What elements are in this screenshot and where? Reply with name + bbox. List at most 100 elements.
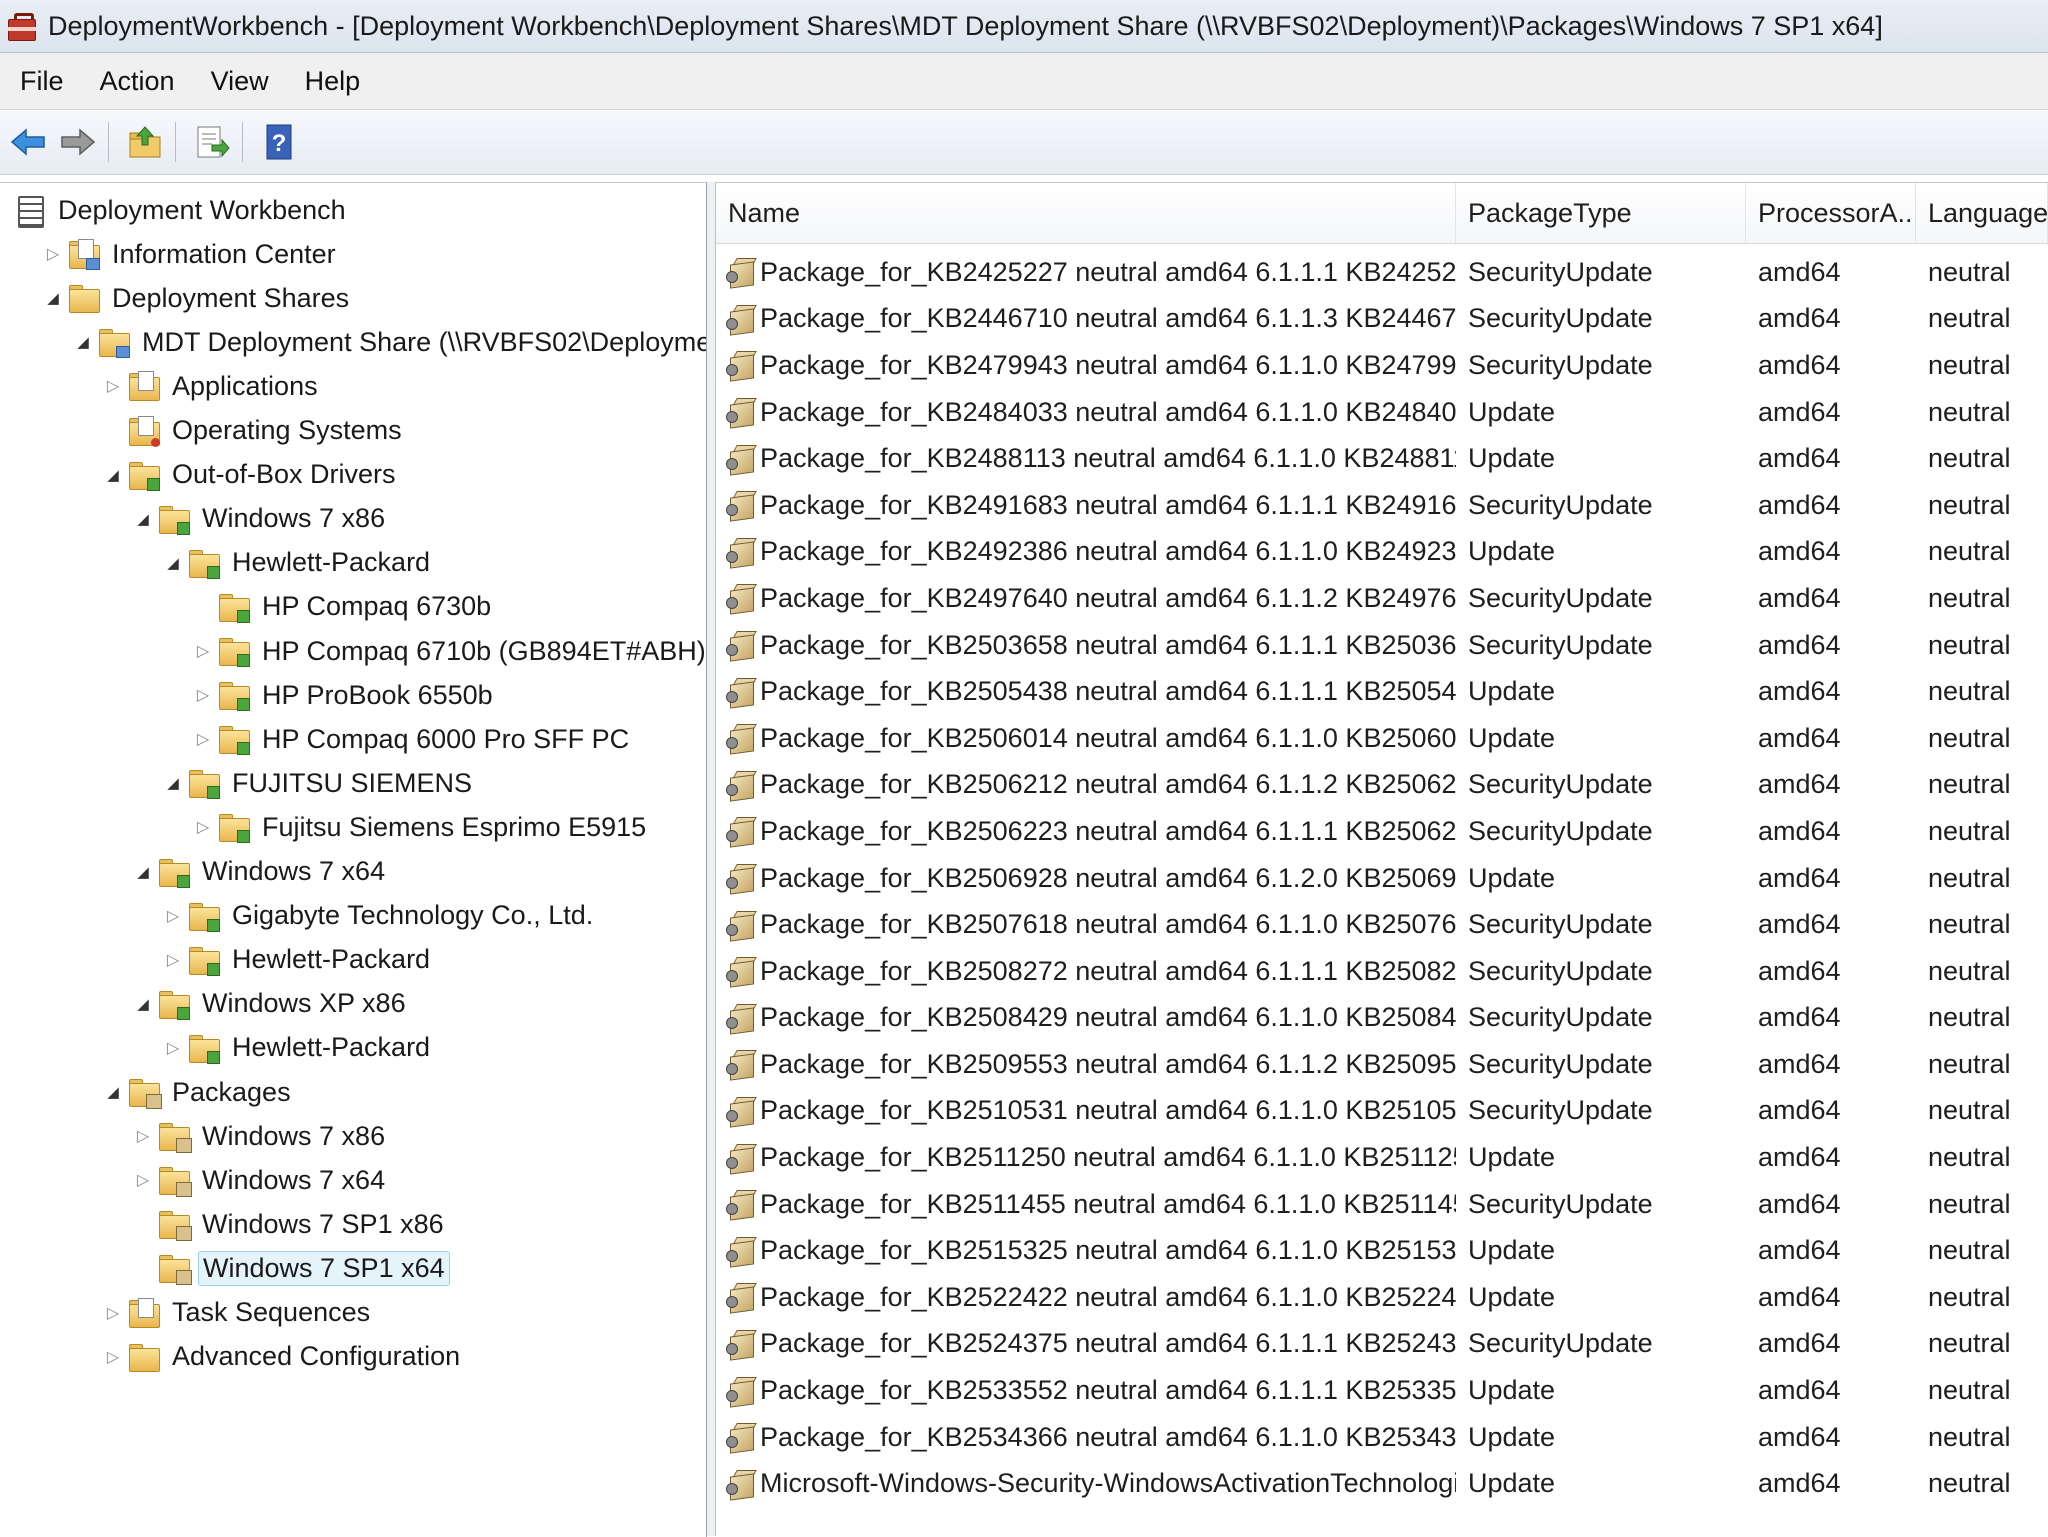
collapsed-arrow-icon[interactable]: ▷: [104, 1348, 122, 1366]
table-row[interactable]: Package_for_KB2506928 neutral amd64 6.1.…: [716, 855, 2048, 902]
tree-node[interactable]: ◢ Packages: [104, 1071, 295, 1113]
collapsed-arrow-icon[interactable]: ▷: [164, 951, 182, 969]
column-header-packagetype[interactable]: PackageType: [1456, 183, 1746, 243]
table-row[interactable]: Package_for_KB2505438 neutral amd64 6.1.…: [716, 668, 2048, 715]
tree-node[interactable]: HP Compaq 6730b: [194, 586, 495, 628]
table-row[interactable]: Package_for_KB2484033 neutral amd64 6.1.…: [716, 389, 2048, 436]
table-row[interactable]: Package_for_KB2491683 neutral amd64 6.1.…: [716, 482, 2048, 529]
help-button[interactable]: ?: [257, 120, 301, 164]
tree-node[interactable]: ◢ Windows 7 x86: [134, 498, 389, 540]
collapsed-arrow-icon[interactable]: ▷: [194, 818, 212, 836]
table-row[interactable]: Package_for_KB2511250 neutral amd64 6.1.…: [716, 1134, 2048, 1181]
expanded-arrow-icon[interactable]: ◢: [44, 289, 62, 307]
tree-node[interactable]: ◢ MDT Deployment Share (\\RVBFS02\Deploym…: [74, 321, 706, 363]
tree-node[interactable]: ◢ FUJITSU SIEMENS: [164, 762, 476, 804]
package-icon: [726, 1047, 758, 1082]
tree-node[interactable]: ◢ Hewlett-Packard: [164, 542, 434, 584]
name-cell: Package_for_KB2491683 neutral amd64 6.1.…: [716, 488, 1456, 522]
up-one-level-button[interactable]: [123, 120, 167, 164]
expanded-arrow-icon[interactable]: ◢: [104, 466, 122, 484]
collapsed-arrow-icon[interactable]: ▷: [134, 1171, 152, 1189]
collapsed-arrow-icon[interactable]: ▷: [194, 686, 212, 704]
table-row[interactable]: Package_for_KB2425227 neutral amd64 6.1.…: [716, 249, 2048, 296]
column-header-language[interactable]: Language: [1916, 183, 2048, 243]
expanded-arrow-icon[interactable]: ◢: [134, 863, 152, 881]
table-row[interactable]: Package_for_KB2497640 neutral amd64 6.1.…: [716, 575, 2048, 622]
table-row[interactable]: Package_for_KB2533552 neutral amd64 6.1.…: [716, 1367, 2048, 1414]
table-row[interactable]: Package_for_KB2479943 neutral amd64 6.1.…: [716, 342, 2048, 389]
tree-node[interactable]: ◢ Deployment Shares: [44, 277, 353, 319]
table-row[interactable]: Package_for_KB2508429 neutral amd64 6.1.…: [716, 995, 2048, 1042]
tree-node[interactable]: ◢ Windows XP x86: [134, 983, 410, 1025]
column-header-processor-architecture[interactable]: ProcessorA...: [1746, 183, 1916, 243]
expanded-arrow-icon[interactable]: ◢: [134, 510, 152, 528]
menu-action[interactable]: Action: [84, 66, 191, 97]
table-row[interactable]: Microsoft-Windows-Security-WindowsActiva…: [716, 1460, 2048, 1507]
tree-node[interactable]: ▷ Hewlett-Packard: [164, 939, 434, 981]
table-row[interactable]: Package_for_KB2507618 neutral amd64 6.1.…: [716, 901, 2048, 948]
table-row[interactable]: Package_for_KB2446710 neutral amd64 6.1.…: [716, 296, 2048, 343]
forward-button[interactable]: [56, 120, 100, 164]
tree-node[interactable]: ▷ Applications: [104, 365, 322, 407]
tree-node[interactable]: ▷ Windows 7 x64: [134, 1159, 389, 1201]
table-row[interactable]: Package_for_KB2515325 neutral amd64 6.1.…: [716, 1227, 2048, 1274]
tree-node[interactable]: ▷ Fujitsu Siemens Esprimo E5915: [194, 806, 650, 848]
table-row[interactable]: Package_for_KB2534366 neutral amd64 6.1.…: [716, 1414, 2048, 1461]
tree-node[interactable]: Windows 7 SP1 x86: [134, 1203, 448, 1245]
table-row[interactable]: Package_for_KB2510531 neutral amd64 6.1.…: [716, 1088, 2048, 1135]
tree-node[interactable]: ▷ Information Center: [44, 233, 340, 275]
toolbar-separator: [175, 122, 176, 162]
tree-node[interactable]: ▷ Hewlett-Packard: [164, 1027, 434, 1069]
table-row[interactable]: Package_for_KB2506212 neutral amd64 6.1.…: [716, 762, 2048, 809]
language-cell: neutral: [1928, 769, 2011, 800]
expanded-arrow-icon[interactable]: ◢: [164, 554, 182, 572]
menu-help[interactable]: Help: [289, 66, 377, 97]
menu-view[interactable]: View: [195, 66, 285, 97]
tree-node[interactable]: ▷ HP Compaq 6000 Pro SFF PC: [194, 718, 633, 760]
expanded-arrow-icon[interactable]: ◢: [134, 995, 152, 1013]
table-row[interactable]: Package_for_KB2509553 neutral amd64 6.1.…: [716, 1041, 2048, 1088]
results-list-view[interactable]: Name PackageType ProcessorA... Language …: [716, 182, 2048, 1537]
drivers-folder-icon: [158, 988, 190, 1020]
collapsed-arrow-icon[interactable]: ▷: [164, 1039, 182, 1057]
console-tree[interactable]: Deployment Workbench ▷ Information Center ◢…: [0, 182, 707, 1537]
tree-node[interactable]: ▷ Task Sequences: [104, 1292, 374, 1334]
expanded-arrow-icon[interactable]: ◢: [74, 333, 92, 351]
tree-node-label: Windows 7 SP1 x64: [198, 1250, 450, 1286]
collapsed-arrow-icon[interactable]: ▷: [194, 730, 212, 748]
table-row[interactable]: Package_for_KB2508272 neutral amd64 6.1.…: [716, 948, 2048, 995]
export-list-button[interactable]: [190, 120, 234, 164]
collapsed-arrow-icon[interactable]: ▷: [194, 642, 212, 660]
column-header-name[interactable]: Name: [716, 183, 1456, 243]
menu-file[interactable]: File: [4, 66, 80, 97]
tree-node[interactable]: ▷ Advanced Configuration: [104, 1336, 464, 1378]
tree-node[interactable]: Deployment Workbench: [14, 189, 350, 231]
tree-node[interactable]: Operating Systems: [104, 410, 406, 452]
table-row[interactable]: Package_for_KB2506014 neutral amd64 6.1.…: [716, 715, 2048, 762]
table-row[interactable]: Package_for_KB2492386 neutral amd64 6.1.…: [716, 529, 2048, 576]
package-name: Package_for_KB2479943 neutral amd64 6.1.…: [760, 349, 1456, 380]
name-cell: Package_for_KB2497640 neutral amd64 6.1.…: [716, 581, 1456, 616]
back-button[interactable]: [6, 120, 50, 164]
tree-node[interactable]: ◢ Windows 7 x64: [134, 851, 389, 893]
expanded-arrow-icon[interactable]: ◢: [104, 1083, 122, 1101]
tree-node[interactable]: ▷ HP Compaq 6710b (GB894ET#ABH): [194, 630, 706, 672]
tree-node[interactable]: ▷ Windows 7 x86: [134, 1115, 389, 1157]
table-row[interactable]: Package_for_KB2506223 neutral amd64 6.1.…: [716, 808, 2048, 855]
pane-splitter[interactable]: [707, 182, 716, 1536]
tree-node[interactable]: ◢ Out-of-Box Drivers: [104, 454, 400, 496]
tree-node[interactable]: ▷ Gigabyte Technology Co., Ltd.: [164, 895, 597, 937]
table-row[interactable]: Package_for_KB2488113 neutral amd64 6.1.…: [716, 435, 2048, 482]
table-row[interactable]: Package_for_KB2524375 neutral amd64 6.1.…: [716, 1321, 2048, 1368]
table-row[interactable]: Package_for_KB2522422 neutral amd64 6.1.…: [716, 1274, 2048, 1321]
expanded-arrow-icon[interactable]: ◢: [164, 774, 182, 792]
table-row[interactable]: Package_for_KB2511455 neutral amd64 6.1.…: [716, 1181, 2048, 1228]
collapsed-arrow-icon[interactable]: ▷: [134, 1127, 152, 1145]
collapsed-arrow-icon[interactable]: ▷: [104, 377, 122, 395]
tree-node[interactable]: Windows 7 SP1 x64: [134, 1247, 450, 1289]
collapsed-arrow-icon[interactable]: ▷: [164, 907, 182, 925]
table-row[interactable]: Package_for_KB2503658 neutral amd64 6.1.…: [716, 622, 2048, 669]
tree-node[interactable]: ▷ HP ProBook 6550b: [194, 674, 497, 716]
collapsed-arrow-icon[interactable]: ▷: [104, 1304, 122, 1322]
collapsed-arrow-icon[interactable]: ▷: [44, 245, 62, 263]
